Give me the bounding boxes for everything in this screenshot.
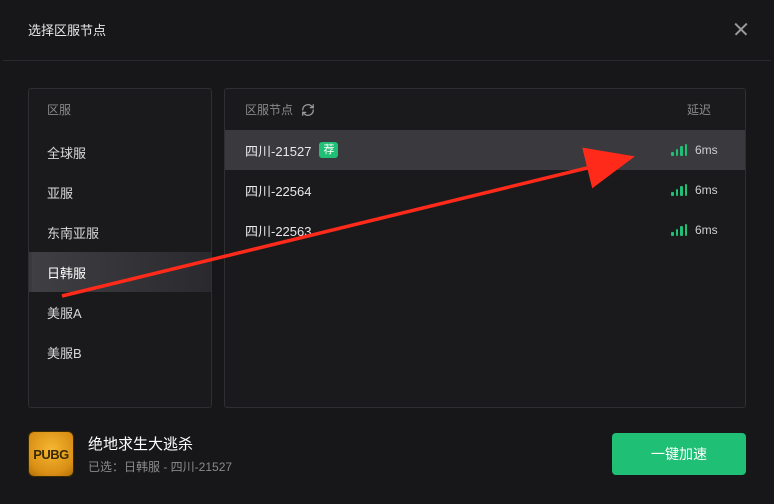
header-divider bbox=[3, 60, 771, 61]
node-row[interactable]: 四川-21527 荐 6ms bbox=[225, 130, 745, 170]
content-header: 区服节点 延迟 bbox=[225, 89, 745, 130]
sidebar-item-label: 全球服 bbox=[47, 143, 86, 162]
content-panel: 区服节点 延迟 四川-21527 荐 6ms 四川-22564 6ms 四川-22563 6… bbox=[224, 88, 746, 408]
sidebar-heading: 区服 bbox=[29, 89, 211, 132]
sidebar-item[interactable]: 全球服 bbox=[29, 132, 211, 172]
game-subtitle: 已选：日韩服 - 四川-21527 bbox=[88, 458, 232, 475]
latency-value: 6ms bbox=[695, 223, 723, 237]
refresh-icon[interactable] bbox=[301, 103, 315, 117]
node-name: 四川-22564 bbox=[245, 181, 311, 200]
node-name: 四川-22563 bbox=[245, 221, 311, 240]
sidebar: 区服 全球服亚服东南亚服日韩服美服A 美服B bbox=[28, 88, 212, 408]
sidebar-item[interactable]: 东南亚服 bbox=[29, 212, 211, 252]
sidebar-item-label: 美服B bbox=[47, 343, 82, 362]
sidebar-item[interactable]: 美服B bbox=[29, 332, 211, 372]
node-row[interactable]: 四川-22563 6ms bbox=[225, 210, 745, 250]
sidebar-item-label: 日韩服 bbox=[47, 263, 86, 282]
header-title: 选择区服节点 bbox=[28, 20, 106, 39]
header: 选择区服节点 bbox=[0, 0, 774, 58]
node-row[interactable]: 四川-22564 6ms bbox=[225, 170, 745, 210]
nodes-heading: 区服节点 bbox=[245, 101, 293, 118]
game-icon: PUBG bbox=[28, 431, 74, 477]
footer: PUBG 绝地求生大逃杀 已选：日韩服 - 四川-21527 一键加速 bbox=[28, 426, 746, 482]
recommended-badge: 荐 bbox=[319, 142, 338, 158]
sidebar-item[interactable]: 亚服 bbox=[29, 172, 211, 212]
main-area: 区服 全球服亚服东南亚服日韩服美服A 美服B 区服节点 延迟 四川-21527 荐 6… bbox=[28, 88, 746, 408]
sidebar-item-label: 美服A bbox=[47, 303, 82, 322]
signal-icon bbox=[671, 144, 687, 156]
signal-icon bbox=[671, 184, 687, 196]
latency-heading: 延迟 bbox=[687, 101, 711, 118]
sidebar-item[interactable]: 日韩服 bbox=[29, 252, 211, 292]
signal-icon bbox=[671, 224, 687, 236]
game-title: 绝地求生大逃杀 bbox=[88, 433, 232, 454]
boost-button[interactable]: 一键加速 bbox=[612, 433, 746, 475]
sidebar-item-label: 东南亚服 bbox=[47, 223, 99, 242]
node-name: 四川-21527 bbox=[245, 141, 311, 160]
node-list: 四川-21527 荐 6ms 四川-22564 6ms 四川-22563 6ms bbox=[225, 130, 745, 250]
close-icon[interactable] bbox=[730, 18, 752, 40]
sidebar-item[interactable]: 美服A bbox=[29, 292, 211, 332]
sidebar-item-label: 亚服 bbox=[47, 183, 73, 202]
latency-value: 6ms bbox=[695, 143, 723, 157]
latency-value: 6ms bbox=[695, 183, 723, 197]
